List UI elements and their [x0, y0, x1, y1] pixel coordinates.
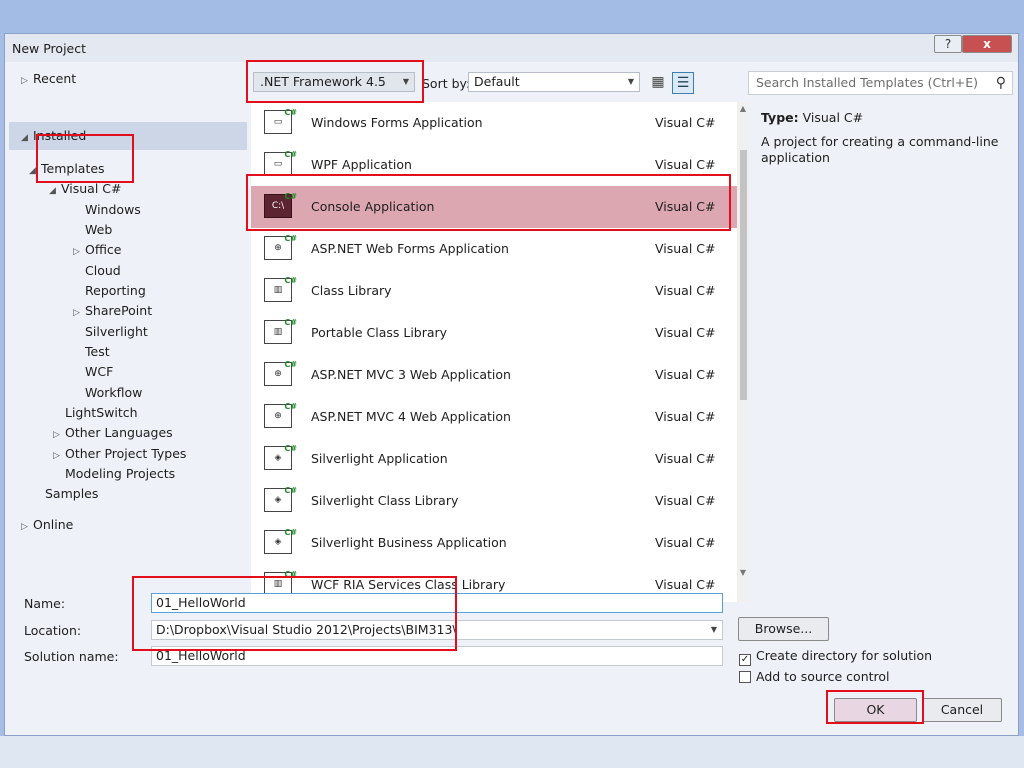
- list-view-icon[interactable]: ☰: [672, 72, 694, 94]
- nav-silverlight[interactable]: Silverlight: [85, 323, 148, 341]
- scroll-up-icon[interactable]: ▲: [737, 104, 749, 113]
- dialog-title: New Project: [12, 41, 87, 56]
- silverlight-icon: ◈ C#: [264, 528, 297, 554]
- small-icons-view-icon[interactable]: ▦: [647, 72, 669, 94]
- name-label: Name:: [24, 596, 66, 611]
- help-button[interactable]: ?: [934, 35, 962, 53]
- nav-workflow[interactable]: Workflow: [85, 384, 142, 402]
- nav-samples[interactable]: Samples: [45, 485, 98, 503]
- scrollbar-thumb[interactable]: [740, 150, 747, 400]
- chevron-down-icon: ▼: [710, 625, 717, 634]
- highlight-visual-csharp: [36, 134, 134, 183]
- template-row[interactable]: ◈ C# Silverlight Class Library Visual C#: [251, 480, 737, 522]
- title-bar: New Project ? x: [5, 34, 1018, 62]
- template-row[interactable]: ⊕ C# ASP.NET Web Forms Application Visual…: [251, 228, 737, 270]
- web-globe-icon: ⊕ C#: [264, 234, 297, 260]
- nav-sharepoint[interactable]: ▷ SharePoint: [73, 302, 152, 320]
- nav-other-project-types[interactable]: ▷ Other Project Types: [53, 445, 186, 463]
- close-button[interactable]: x: [962, 35, 1012, 53]
- background-bottom: [0, 736, 1024, 768]
- web-globe-icon: ⊕ C#: [264, 402, 297, 428]
- nav-web[interactable]: Web: [85, 221, 112, 239]
- checkbox-empty-icon: [739, 671, 751, 683]
- template-row[interactable]: ▥ C# Portable Class Library Visual C#: [251, 312, 737, 354]
- class-library-icon: ▥ C#: [264, 276, 297, 302]
- template-description: A project for creating a command-line ap…: [761, 134, 999, 165]
- expand-arrow-icon: ▷: [53, 451, 60, 461]
- wpf-window-icon: ▭ C#: [264, 150, 297, 176]
- template-row[interactable]: ▥ C# Class Library Visual C#: [251, 270, 737, 312]
- template-row[interactable]: ◈ C# Silverlight Application Visual C#: [251, 438, 737, 480]
- collapse-arrow-icon: ◢: [21, 133, 28, 143]
- highlight-ok: [826, 690, 924, 724]
- silverlight-icon: ◈ C#: [264, 444, 297, 470]
- search-icon: ⚲: [995, 75, 1006, 91]
- cancel-button[interactable]: Cancel: [922, 698, 1002, 722]
- nav-cloud[interactable]: Cloud: [85, 262, 121, 280]
- browse-button[interactable]: Browse...: [738, 617, 829, 641]
- scroll-down-icon[interactable]: ▼: [737, 568, 749, 577]
- template-row[interactable]: ▭ C# Windows Forms Application Visual C#: [251, 102, 737, 144]
- expand-arrow-icon: ▷: [73, 247, 80, 257]
- nav-test[interactable]: Test: [85, 343, 110, 361]
- nav-windows[interactable]: Windows: [85, 201, 141, 219]
- expand-arrow-icon: ▷: [53, 430, 60, 440]
- collapse-arrow-icon: ◢: [49, 186, 56, 196]
- windows-form-icon: ▭ C#: [264, 108, 297, 134]
- template-row[interactable]: ⊕ C# ASP.NET MVC 4 Web Application Visual…: [251, 396, 737, 438]
- nav-modeling-projects[interactable]: Modeling Projects: [65, 465, 175, 483]
- highlight-framework: [246, 60, 424, 103]
- nav-online[interactable]: ▷ Online: [21, 516, 73, 534]
- location-label: Location:: [24, 623, 82, 638]
- nav-reporting[interactable]: Reporting: [85, 282, 146, 300]
- template-type: Type: Visual C#: [761, 110, 864, 125]
- expand-arrow-icon: ▷: [21, 522, 28, 532]
- sort-select[interactable]: Default ▼: [468, 72, 640, 92]
- web-globe-icon: ⊕ C#: [264, 360, 297, 386]
- highlight-console-app: [246, 174, 731, 231]
- nav-other-languages[interactable]: ▷ Other Languages: [53, 424, 173, 442]
- background-top: [0, 0, 1024, 34]
- portable-library-icon: ▥ C#: [264, 318, 297, 344]
- nav-recent[interactable]: ▷ Recent: [21, 70, 76, 88]
- sort-by-label: Sort by:: [422, 76, 471, 91]
- template-info-panel: Type: Visual C# A project for creating a…: [755, 102, 1013, 602]
- silverlight-library-icon: ◈ C#: [264, 486, 297, 512]
- expand-arrow-icon: ▷: [73, 308, 80, 318]
- search-templates-input[interactable]: Search Installed Templates (Ctrl+E) ⚲: [748, 71, 1013, 95]
- create-directory-checkbox[interactable]: ✓ Create directory for solution: [739, 648, 932, 666]
- expand-arrow-icon: ▷: [21, 76, 28, 86]
- template-row[interactable]: ◈ C# Silverlight Business Application Vis…: [251, 522, 737, 564]
- source-control-checkbox[interactable]: Add to source control: [739, 669, 890, 684]
- nav-office[interactable]: ▷ Office: [73, 241, 122, 259]
- chevron-down-icon: ▼: [627, 77, 634, 86]
- checkmark-icon: ✓: [739, 654, 751, 666]
- nav-lightswitch[interactable]: LightSwitch: [65, 404, 138, 422]
- solution-name-label: Solution name:: [24, 649, 119, 664]
- highlight-name-location: [132, 576, 457, 651]
- template-row[interactable]: ⊕ C# ASP.NET MVC 3 Web Application Visual…: [251, 354, 737, 396]
- nav-wcf[interactable]: WCF: [85, 363, 113, 381]
